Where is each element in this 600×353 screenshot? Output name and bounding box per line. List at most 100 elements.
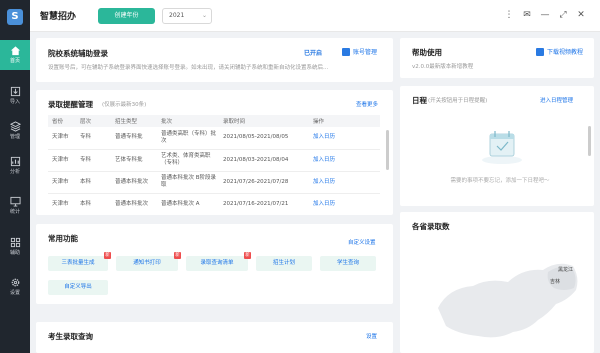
cell-batch: 艺术类、体育类高职（专科） xyxy=(157,149,219,172)
empty-calendar-illustration xyxy=(482,131,522,164)
add-to-calendar-link[interactable]: 加入日历 xyxy=(309,193,380,215)
column-header: 层次 xyxy=(76,115,111,127)
cell-level: 本科 xyxy=(76,171,111,194)
top-bar: 智慧招办 创建年份 2021 ⌄ ⋮ ✉ — ⤢ ✕ xyxy=(30,0,600,32)
sidebar-item-label: 分析 xyxy=(9,169,20,175)
account-manage-label: 账号管理 xyxy=(353,49,378,56)
schedule-manage-link[interactable]: 进入日程管理 xyxy=(540,96,573,104)
cell-level: 专科 xyxy=(76,149,111,172)
table-scrollbar[interactable] xyxy=(386,130,389,170)
function-button-query-list[interactable]: 录取查询清单 新 xyxy=(186,252,251,271)
cell-time: 2021/08/05-2021/08/05 xyxy=(219,127,309,150)
common-functions-card: 常用功能 自定义设置 三表批量生成 新 通知书打印 新 录取查询清单 新 招生计… xyxy=(36,224,393,304)
card-title: 录取提醒管理 xyxy=(48,100,93,109)
minimize-icon[interactable]: — xyxy=(540,9,550,21)
function-label: 学生查询 xyxy=(336,260,359,266)
function-button-batch-tables[interactable]: 三表批量生成 新 xyxy=(48,252,111,271)
expand-icon[interactable]: ⤢ xyxy=(558,9,568,21)
year-select[interactable]: 2021 ⌄ xyxy=(162,8,212,24)
app-logo: S xyxy=(7,9,23,25)
cell-province: 天津市 xyxy=(48,127,76,150)
sidebar-item-home[interactable]: 首页 xyxy=(0,40,30,70)
customize-link[interactable]: 自定义设置 xyxy=(348,238,376,246)
cell-type: 普通本科批次 xyxy=(111,171,157,194)
account-manage-button[interactable]: 账号管理 xyxy=(342,47,377,56)
card-title: 院校系统辅助登录 xyxy=(48,49,108,58)
settings-link[interactable]: 设置 xyxy=(366,332,377,340)
sidebar-item-stats[interactable]: 统计 xyxy=(0,191,30,221)
close-icon[interactable]: ✕ xyxy=(576,9,586,21)
cell-time: 2021/07/16-2021/07/21 xyxy=(219,193,309,215)
help-subtitle: v2.0.0最新版本新增教程 xyxy=(412,64,474,70)
view-more-link[interactable]: 查看更多 xyxy=(356,100,378,108)
schedule-scrollbar[interactable] xyxy=(588,126,591,156)
function-label: 三表批量生成 xyxy=(61,260,95,266)
user-icon xyxy=(342,47,350,56)
sidebar-item-label: 设置 xyxy=(9,290,20,296)
function-button-notice-print[interactable]: 通知书打印 新 xyxy=(116,252,181,271)
card-subtitle: (仅展示最新30条) xyxy=(102,102,147,108)
cell-type: 普通本科批次 xyxy=(111,193,157,215)
function-button-student-query[interactable]: 学生查询 xyxy=(320,256,376,271)
table-row: 天津市 专科 艺体专科批 艺术类、体育类高职（专科） 2021/08/03-20… xyxy=(48,149,380,172)
cell-province: 天津市 xyxy=(48,171,76,194)
help-card: 帮助使用 v2.0.0最新版本新增教程 下载视频教程 xyxy=(400,38,594,78)
table-header-row: 省份 层次 招生类型 批次 录取时间 操作 xyxy=(48,115,380,127)
monitor-icon xyxy=(9,196,21,207)
add-to-calendar-link[interactable]: 加入日历 xyxy=(309,149,380,172)
cell-time: 2021/08/03-2021/08/04 xyxy=(219,149,309,172)
function-label: 招生计划 xyxy=(272,260,295,266)
app-title: 智慧招办 xyxy=(40,12,77,22)
login-status-tag: 已开启 xyxy=(304,50,323,57)
cell-type: 艺体专科批 xyxy=(111,149,157,172)
column-header: 省份 xyxy=(48,115,76,127)
new-badge: 新 xyxy=(244,252,251,259)
sidebar-item-label: 首页 xyxy=(9,58,20,64)
card-title: 考生录取查询 xyxy=(48,332,93,341)
sidebar: S 首页 导入 管理 分析 统计 辅助 设置 xyxy=(0,0,30,353)
province-admission-card: 各省录取数 黑龙江 吉林 xyxy=(400,212,594,353)
card-title: 常用功能 xyxy=(48,234,78,243)
download-video-button[interactable]: 下载视频教程 xyxy=(536,47,583,56)
schedule-subtitle: (开关按钮用于日程提醒) xyxy=(428,98,488,104)
admission-table: 省份 层次 招生类型 批次 录取时间 操作 天津市 专科 普通专科批 普通类高职… xyxy=(48,115,380,215)
china-map xyxy=(438,263,578,338)
student-query-card: 考生录取查询 设置 xyxy=(36,322,393,353)
sidebar-item-label: 导入 xyxy=(9,99,20,105)
sidebar-item-assist[interactable]: 辅助 xyxy=(0,232,30,262)
table-row: 天津市 本科 普通本科批次 普通本科批次 B阶段录取 2021/07/26-20… xyxy=(48,171,380,194)
sidebar-item-analysis[interactable]: 分析 xyxy=(0,151,30,181)
new-badge: 新 xyxy=(104,252,111,259)
download-video-label: 下载视频教程 xyxy=(547,49,584,56)
cell-time: 2021/07/26-2021/07/28 xyxy=(219,171,309,194)
cell-type: 普通专科批 xyxy=(111,127,157,150)
function-button-enroll-plan[interactable]: 招生计划 xyxy=(256,256,312,271)
function-label: 通知书打印 xyxy=(133,260,161,266)
create-year-button[interactable]: 创建年份 xyxy=(98,8,155,24)
card-title: 帮助使用 xyxy=(412,48,442,57)
sidebar-item-import[interactable]: 导入 xyxy=(0,81,30,111)
sidebar-item-manage[interactable]: 管理 xyxy=(0,116,30,146)
column-header: 批次 xyxy=(157,115,219,127)
chevron-down-icon: ⌄ xyxy=(201,12,207,19)
schedule-card: 日程 (开关按钮用于日程提醒) 进入日程管理 需要的事项不要忘记，添加一下日程吧… xyxy=(400,86,594,206)
sidebar-item-label: 统计 xyxy=(9,209,20,215)
more-icon[interactable]: ⋮ xyxy=(504,9,514,21)
admission-reminder-card: 录取提醒管理 (仅展示最新30条) 查看更多 省份 层次 招生类型 批次 录取时… xyxy=(36,90,393,215)
video-icon xyxy=(536,47,544,56)
mail-icon[interactable]: ✉ xyxy=(522,9,532,21)
gear-icon xyxy=(11,278,19,287)
cell-batch: 普通类高职（专科）批次 xyxy=(157,127,219,150)
function-button-custom-export[interactable]: 自定义导出 xyxy=(48,280,108,295)
sidebar-item-label: 管理 xyxy=(9,134,20,140)
cell-batch: 普通本科批次 A xyxy=(157,193,219,215)
map-label-jilin: 吉林 xyxy=(550,279,561,285)
card-title: 日程 xyxy=(412,96,427,105)
function-label: 录取查询清单 xyxy=(200,260,234,266)
add-to-calendar-link[interactable]: 加入日历 xyxy=(309,127,380,150)
add-to-calendar-link[interactable]: 加入日历 xyxy=(309,171,380,194)
sidebar-item-settings[interactable]: 设置 xyxy=(0,272,30,302)
sidebar-item-label: 辅助 xyxy=(9,250,20,256)
column-header: 招生类型 xyxy=(111,115,157,127)
card-title: 各省录取数 xyxy=(412,222,450,231)
